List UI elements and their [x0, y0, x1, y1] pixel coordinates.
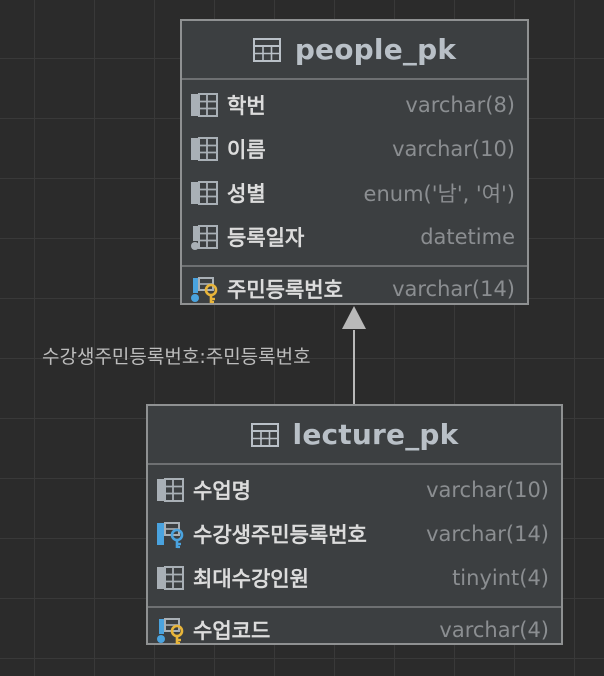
column-type: varchar(8)	[405, 93, 515, 117]
column-name: 학번	[227, 94, 266, 118]
column-icon	[157, 566, 184, 590]
column-type: enum('남', '여')	[363, 182, 515, 206]
column-type: varchar(10)	[392, 137, 515, 161]
table-people-pk[interactable]: people_pk 학번 varchar(8) 이름 varchar(10) 성…	[180, 19, 529, 305]
primary-key-icon	[157, 618, 184, 645]
table-icon	[250, 422, 279, 447]
foreign-key-icon	[157, 522, 184, 549]
primary-key-icon	[191, 277, 218, 304]
column-name: 최대수강인원	[193, 567, 309, 591]
table-title: people_pk	[294, 33, 457, 66]
column-type: datetime	[420, 225, 515, 249]
table-header[interactable]: lecture_pk	[148, 406, 561, 465]
table-icon	[252, 37, 281, 62]
column-row[interactable]: 수강생주민등록번호 varchar(14)	[148, 512, 561, 556]
column-type: varchar(14)	[426, 522, 549, 546]
table-title: lecture_pk	[292, 418, 459, 451]
column-icon	[191, 137, 218, 161]
column-row[interactable]: 최대수강인원 tinyint(4)	[148, 556, 561, 600]
column-icon	[191, 93, 218, 117]
table-header[interactable]: people_pk	[182, 21, 527, 80]
column-type: varchar(14)	[392, 277, 515, 301]
column-name: 수강생주민등록번호	[193, 523, 367, 547]
column-name: 수업명	[193, 479, 251, 503]
column-name: 이름	[227, 138, 266, 162]
column-name: 수업코드	[193, 619, 271, 643]
column-type: varchar(10)	[426, 478, 549, 502]
relationship-label[interactable]: 수강생주민등록번호:주민등록번호	[42, 342, 311, 369]
column-name: 주민등록번호	[227, 278, 343, 302]
column-icon	[157, 478, 184, 502]
column-type: varchar(4)	[439, 618, 549, 642]
column-type: tinyint(4)	[452, 566, 549, 590]
primary-key-row[interactable]: 주민등록번호 varchar(14)	[182, 267, 527, 311]
table-lecture-pk[interactable]: lecture_pk 수업명 varchar(10) 수강생주민등록번호 var…	[146, 404, 563, 645]
primary-key-row[interactable]: 수업코드 varchar(4)	[148, 608, 561, 652]
column-icon	[191, 181, 218, 205]
column-row[interactable]: 이름 varchar(10)	[182, 127, 527, 171]
nullable-column-icon	[191, 225, 218, 250]
column-row[interactable]: 학번 varchar(8)	[182, 83, 527, 127]
column-row[interactable]: 수업명 varchar(10)	[148, 468, 561, 512]
column-row[interactable]: 성별 enum('남', '여')	[182, 171, 527, 215]
column-name: 성별	[227, 182, 266, 206]
column-name: 등록일자	[227, 226, 305, 250]
column-row[interactable]: 등록일자 datetime	[182, 215, 527, 259]
